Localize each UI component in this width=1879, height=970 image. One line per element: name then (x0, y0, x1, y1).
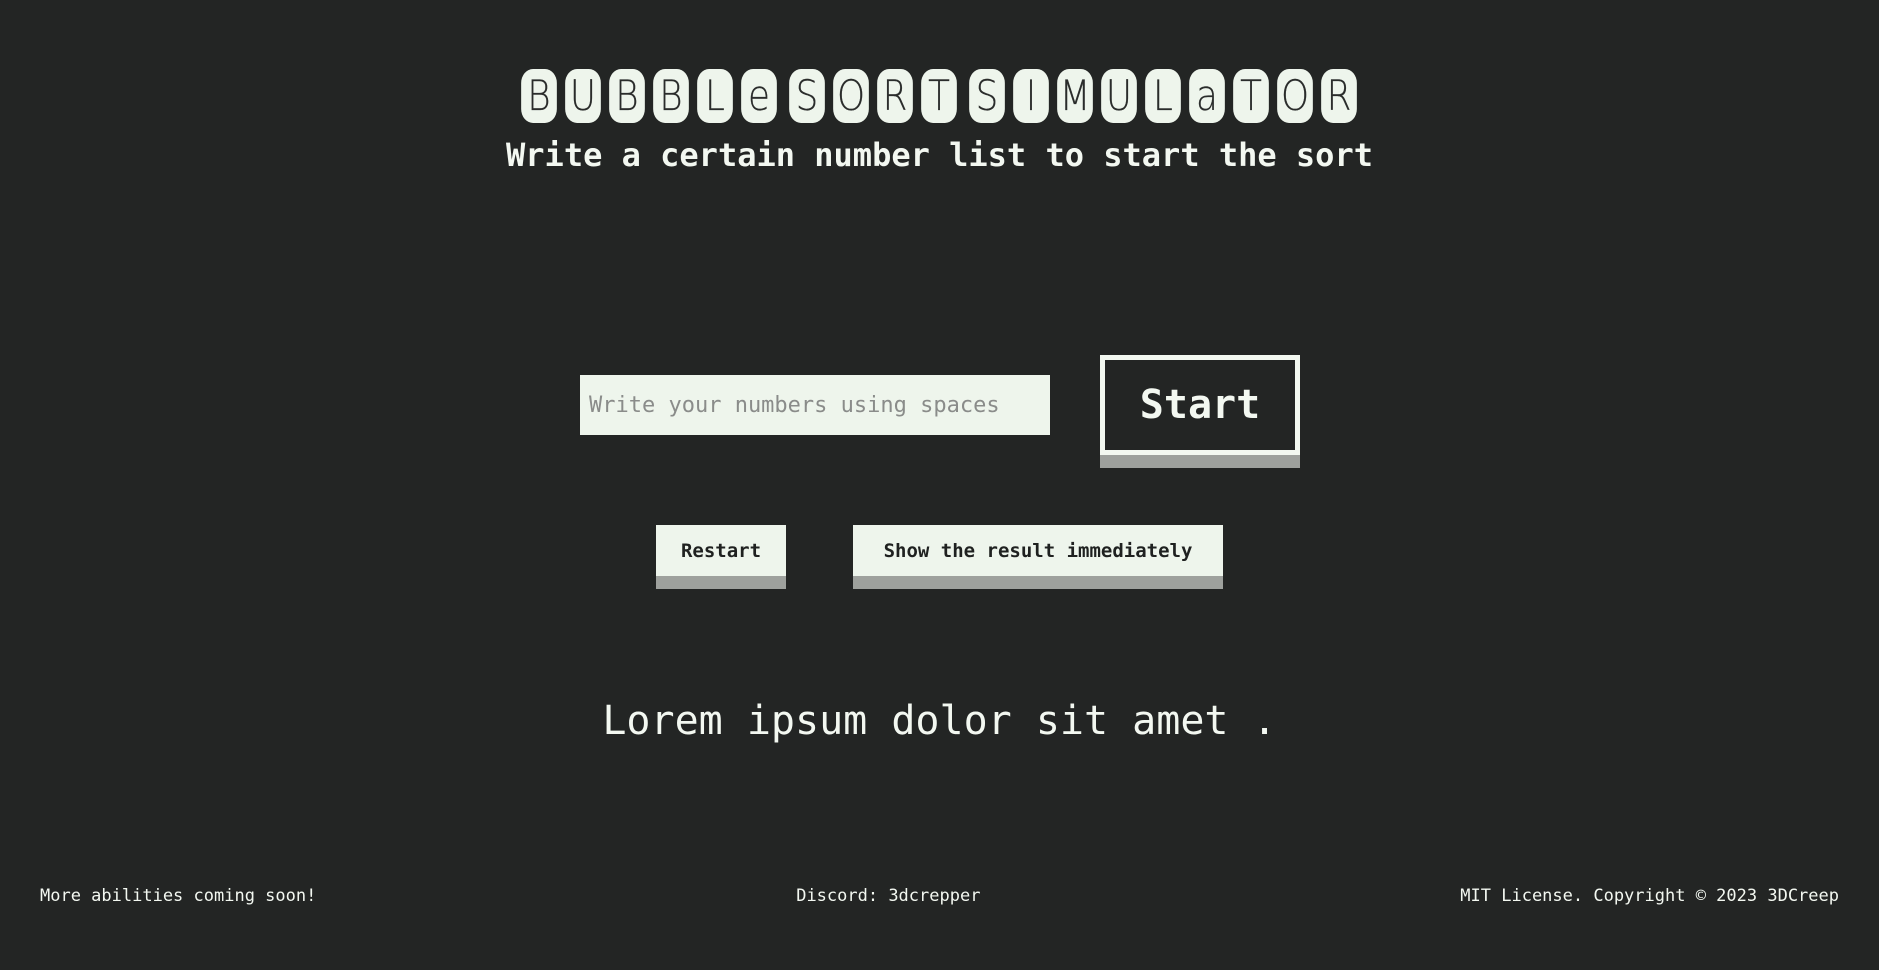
page-subtitle: Write a certain number list to start the… (506, 136, 1373, 174)
title-letter: O (1276, 69, 1313, 123)
title-letter: U (564, 69, 601, 123)
show-result-button-shadow: Show the result immediately (853, 525, 1223, 589)
title-letter: T (920, 69, 957, 123)
footer: More abilities coming soon! Discord: 3dc… (40, 885, 1839, 907)
title-letter: B (520, 69, 557, 123)
sort-output-text: Lorem ipsum dolor sit amet . (602, 698, 1277, 744)
title-word-simulator: S I M U L a T O R (966, 69, 1362, 123)
restart-button-shadow: Restart (656, 525, 786, 589)
title-letter: R (876, 69, 913, 123)
title-letter: R (1320, 69, 1357, 123)
show-result-button[interactable]: Show the result immediately (853, 525, 1223, 576)
title-letter: a (1188, 69, 1225, 123)
title-letter: O (832, 69, 869, 123)
restart-button[interactable]: Restart (656, 525, 786, 576)
title-word-bubble: B U B B L e (518, 69, 782, 123)
title-letter: M (1056, 69, 1093, 123)
title-letter: S (968, 69, 1005, 123)
title-word-sort: S O R T (786, 69, 962, 123)
title-letter: I (1012, 69, 1049, 123)
title-letter: U (1100, 69, 1137, 123)
title-letter: B (608, 69, 645, 123)
footer-license: MIT License. Copyright © 2023 3DCreep (1460, 886, 1839, 906)
title-letter: T (1232, 69, 1269, 123)
title-letter: S (788, 69, 825, 123)
start-button[interactable]: Start (1100, 355, 1300, 455)
footer-discord: Discord: 3dcrepper (796, 886, 981, 906)
title-letter: B (652, 69, 689, 123)
app-title: B U B B L e S O R T S I M U L a T O R (0, 69, 1879, 123)
numbers-input[interactable] (580, 375, 1050, 435)
footer-note: More abilities coming soon! (40, 886, 317, 906)
title-letter: L (696, 69, 733, 123)
title-letter: L (1144, 69, 1181, 123)
title-letter: e (740, 69, 777, 123)
